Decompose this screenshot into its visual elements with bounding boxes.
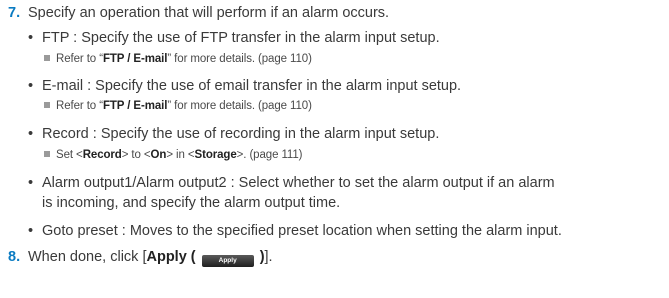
bullet-record-text: Record : Specify the use of recording in… — [42, 126, 440, 142]
step-7-text: Specify an operation that will perform i… — [28, 5, 390, 21]
step-8: 8. When done, click [Apply ( Apply )]. — [8, 249, 273, 267]
ref-ftp: Refer to “FTP / E-mail” for more details… — [44, 51, 312, 67]
bullet-dot-icon: • — [28, 175, 34, 191]
ref-email-link: FTP / E-mail — [102, 100, 168, 112]
bullet-dot-icon: • — [28, 30, 34, 46]
step-7: 7. Specify an operation that will perform… — [8, 4, 389, 22]
ref-email: Refer to “FTP / E-mail” for more details… — [44, 98, 312, 114]
ref-record: Set <Record> to <On> in <Storage>. (page… — [44, 147, 302, 163]
bullet-alarm-output-line2: is incoming, and specify the alarm outpu… — [42, 195, 341, 211]
apply-button[interactable]: Apply — [201, 255, 254, 267]
square-bullet-icon — [44, 151, 50, 157]
step-7-number: 7. — [8, 5, 21, 21]
bullet-dot-icon: • — [28, 126, 34, 142]
bullet-email-text: E-mail : Specify the use of email transf… — [42, 78, 462, 94]
step-8-pre: When done, click [ — [28, 249, 147, 265]
step-8-apply-label: Apply ( — [146, 249, 196, 265]
step-8-number: 8. — [8, 249, 21, 265]
bullet-dot-icon: • — [28, 223, 34, 239]
bullet-dot-icon: • — [28, 78, 34, 94]
bullet-ftp-text: FTP : Specify the use of FTP transfer in… — [42, 30, 440, 46]
ref-ftp-link: FTP / E-mail — [102, 53, 168, 65]
bullet-alarm-output-line1: Alarm output1/Alarm output2 : Select whe… — [42, 175, 555, 191]
square-bullet-icon — [44, 55, 50, 61]
bullet-goto-preset-text: Goto preset : Moves to the specified pre… — [42, 223, 562, 239]
square-bullet-icon — [44, 102, 50, 108]
